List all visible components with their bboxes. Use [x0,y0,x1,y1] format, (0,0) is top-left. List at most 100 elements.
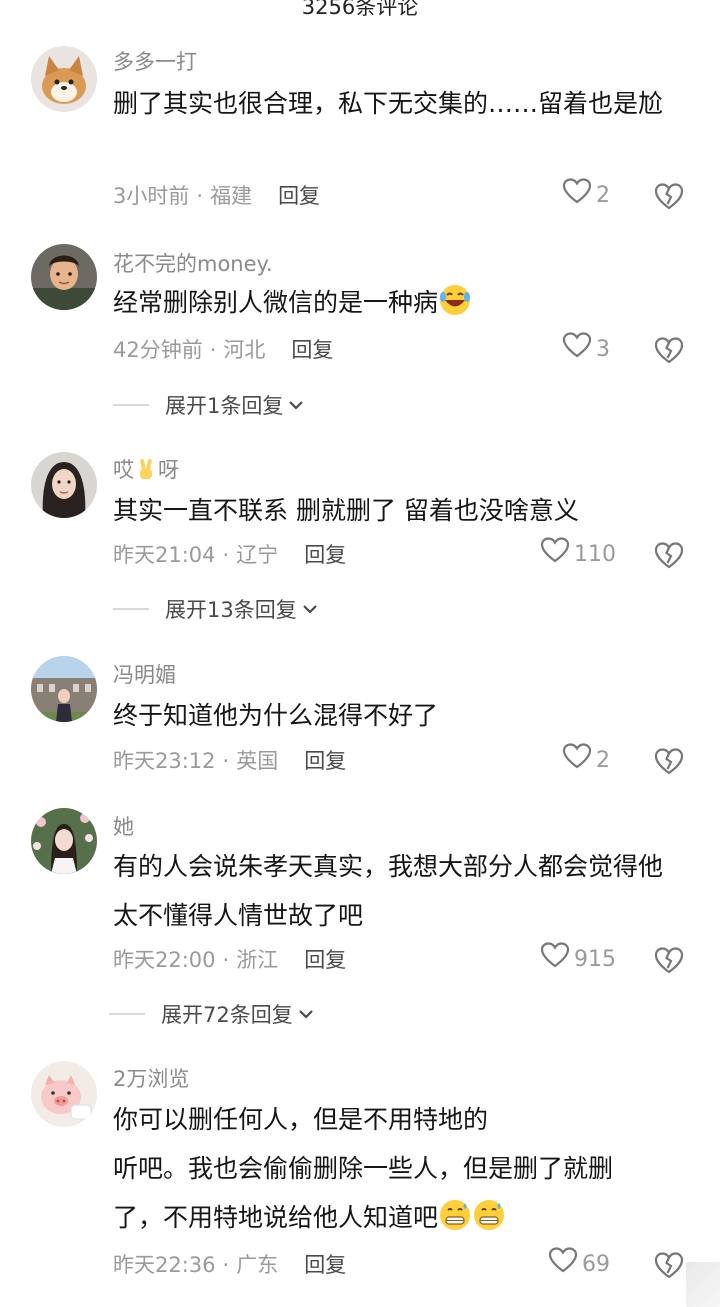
comment-time: 3小时前 [113,184,190,208]
comment-region: 辽宁 [236,543,279,567]
comment-text: 终于知道他为什么混得不好了 [113,701,439,730]
expand-replies-label: 展开1条回复 [165,394,284,418]
chevron-down-icon [302,605,317,614]
broken-heart-icon [654,1252,684,1284]
like-button[interactable]: 2 [562,742,610,780]
comment-region: 浙江 [236,948,279,972]
broken-heart-icon [654,337,684,369]
dislike-button[interactable] [654,335,684,365]
grimace-sweat-emoji [438,1198,472,1232]
watermark-corner [686,1262,720,1307]
reply-button[interactable]: 回复 [278,184,320,208]
broken-heart-icon [654,748,684,780]
comment-time: 昨天21:04 [113,543,216,567]
comment-meta: 昨天22:36 · 广东 回复 [113,1250,346,1280]
meta-separator: · [222,749,230,773]
comment-text: 删了其实也很合理，私下无交集的……留着也是尬 [113,89,664,118]
expand-replies-button[interactable]: 展开13条回复 [113,594,319,624]
comment-text: 有的人会说朱孝天真实，我想大部分人都会觉得他太不懂得人情世故了吧 [113,852,664,930]
grimace-sweat-emoji [472,1198,506,1232]
shiba-dog-avatar[interactable] [31,46,97,112]
comment-text: 其实一直不联系 删就删了 留着也没啥意义 [113,496,579,525]
flower-girl-avatar[interactable] [31,808,97,874]
like-button[interactable]: 110 [540,536,616,574]
heart-icon [562,331,592,369]
comment-text-line-1: 你可以删任何人，但是不用特地的 [113,1105,489,1134]
comment-username[interactable]: 她 [113,811,134,841]
username-suffix: 呀 [158,458,179,482]
comment-text-content: 了，不用特地说给他人知道吧 [113,1203,439,1232]
like-button[interactable]: 915 [540,941,616,979]
like-button[interactable]: 69 [548,1246,610,1284]
comment-username[interactable]: 多多一打 [113,46,197,76]
heart-icon [562,742,592,780]
reply-button[interactable]: 回复 [304,1253,346,1277]
like-count: 915 [574,947,616,972]
building-photo-avatar[interactable] [31,656,97,722]
dislike-button[interactable] [654,746,684,776]
chevron-down-icon [289,401,304,410]
comment-text-line-3: 了，不用特地说给他人知道吧 [113,1193,688,1242]
meta-separator: · [196,184,204,208]
pig-cartoon-avatar[interactable] [31,1061,97,1127]
reply-button[interactable]: 回复 [304,749,346,773]
comment-text: 经常删除别人微信的是一种病 [113,278,688,327]
comment-count-title: 3256条评论 [301,0,419,19]
dislike-button[interactable] [654,181,684,211]
comment-meta: 昨天21:04 · 辽宁 回复 [113,540,346,570]
reply-button[interactable]: 回复 [304,948,346,972]
broken-heart-icon [654,947,684,979]
like-count: 3 [596,337,610,362]
meta-separator: · [222,543,230,567]
like-count: 2 [596,748,610,773]
comment-region: 河北 [223,338,266,362]
username-prefix: 哎 [113,458,134,482]
like-button[interactable]: 2 [562,177,610,215]
comment-region: 广东 [236,1253,279,1277]
divider-line [109,1013,145,1015]
broken-heart-icon [654,542,684,574]
like-count: 110 [574,542,616,567]
comment-meta: 42分钟前 · 河北 回复 [113,335,333,365]
comment-text-content: 经常删除别人微信的是一种病 [113,288,439,317]
reply-button[interactable]: 回复 [291,338,333,362]
expand-replies-label: 展开72条回复 [161,1003,293,1027]
comment-text-line-2: 听吧。我也会偷偷删除一些人，但是删了就删 [113,1154,614,1183]
comment-time: 42分钟前 [113,338,203,362]
meta-separator: · [222,948,230,972]
divider-line [113,404,149,406]
comment-username[interactable]: 哎呀 [113,454,179,484]
like-count: 2 [596,183,610,208]
child-photo-avatar[interactable] [31,244,97,310]
heart-icon [548,1246,578,1284]
dislike-button[interactable] [654,1250,684,1280]
woman-photo-avatar[interactable] [31,452,97,518]
meta-separator: · [222,1253,230,1277]
dislike-button[interactable] [654,945,684,975]
victory-hand-emoji [134,457,158,481]
comment-meta: 昨天23:12 · 英国 回复 [113,746,346,776]
comment-time: 昨天22:36 [113,1253,216,1277]
divider-line [113,608,149,610]
like-button[interactable]: 3 [562,331,610,369]
comment-region: 福建 [210,184,253,208]
heart-icon [540,536,570,574]
heart-icon [562,177,592,215]
rolling-laugh-emoji [438,283,472,317]
comment-region: 英国 [236,749,279,773]
comment-time: 昨天22:00 [113,948,216,972]
comment-username[interactable]: 冯明媚 [113,659,176,689]
comment-username[interactable]: 花不完的money. [113,248,273,278]
expand-replies-label: 展开13条回复 [165,598,297,622]
like-count: 69 [582,1252,610,1277]
comment-time: 昨天23:12 [113,749,216,773]
expand-replies-button[interactable]: 展开1条回复 [113,390,305,420]
broken-heart-icon [654,183,684,215]
heart-icon [540,941,570,979]
chevron-down-icon [298,1010,313,1019]
comment-username[interactable]: 2万浏览 [113,1063,189,1093]
dislike-button[interactable] [654,540,684,570]
expand-replies-button[interactable]: 展开72条回复 [109,999,315,1029]
reply-button[interactable]: 回复 [304,543,346,567]
comment-meta: 3小时前 · 福建 回复 [113,181,320,211]
